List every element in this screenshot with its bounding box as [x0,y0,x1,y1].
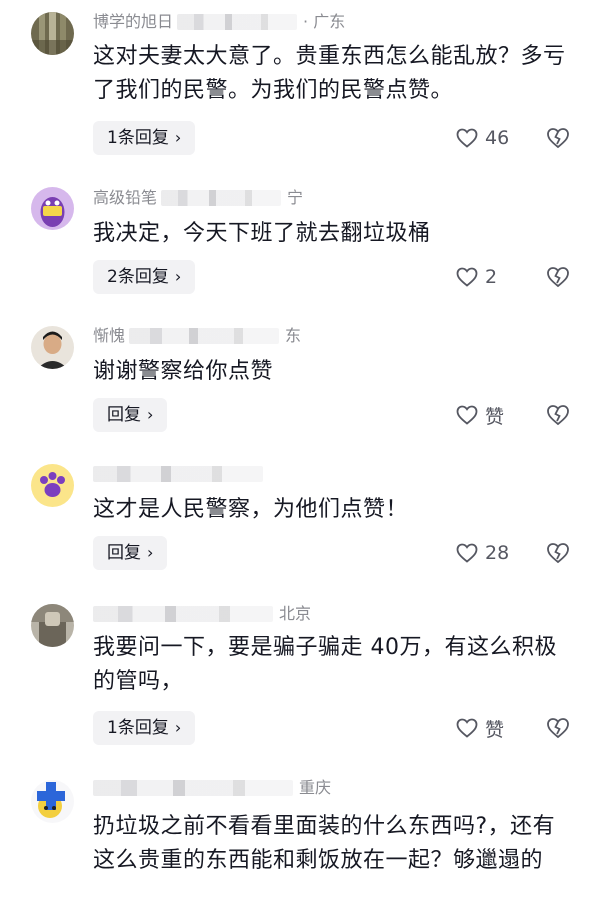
chevron-right-icon: › [147,405,154,424]
comment-meta: 惭愧 东 [93,324,301,348]
username[interactable]: 高级铅笔 [93,186,157,210]
chevron-right-icon: › [174,267,182,286]
avatar[interactable] [31,326,74,369]
comment-text: 这才是人民警察，为他们点赞！ [93,497,409,522]
avatar[interactable] [31,780,74,823]
comment-meta: 高级铅笔 宁 [93,186,303,210]
broken-heart-icon [547,718,569,739]
blurred-username [129,328,280,344]
heart-outline-icon [456,543,478,563]
comment-meta [93,462,269,486]
reply-button[interactable]: 1条回复 › [93,121,196,155]
blurred-username [93,466,263,482]
reply-label: 1条回复 [107,718,169,738]
avatar[interactable] [31,12,74,55]
broken-heart-icon [547,267,569,288]
avatar[interactable] [31,604,74,647]
region-label: 东 [285,326,302,345]
region-label: 宁 [287,188,304,207]
comment-list: 博学的旭日 · 广东 这对夫妻太大意了。贵重东西怎么能乱放？多亏了我们的民警。为… [0,0,600,915]
avatar[interactable] [31,464,74,507]
comment-meta: 博学的旭日 · 广东 [93,10,345,34]
like-count: 2 [485,266,498,288]
region-label: 北京 [279,604,312,623]
heart-outline-icon [456,128,478,148]
username[interactable]: 惭愧 [93,324,125,348]
comment-item: 惭愧 东 谢谢警察给你点赞 回复 › 赞 [0,318,600,443]
reply-label: 回复 [107,543,141,563]
reply-label: 回复 [107,405,141,425]
like-button[interactable]: 2 [455,260,497,294]
comment-text: 我决定，今天下班了就去翻垃圾桶 [93,221,431,246]
username[interactable]: 博学的旭日 [93,10,173,34]
reply-button[interactable]: 回复 › [93,536,168,570]
comment-text: 扔垃圾之前不看看里面装的什么东西吗?，还有这么贵重的东西能和剩饭放在一起？够邋遢… [93,814,556,873]
comment-item: 博学的旭日 · 广东 这对夫妻太大意了。贵重东西怎么能乱放？多亏了我们的民警。为… [0,6,600,171]
comment-meta: 北京 [93,602,311,626]
blurred-username [93,606,273,622]
reply-label: 2条回复 [107,267,169,287]
comment-item: 这才是人民警察，为他们点赞！ 回复 › 28 [0,456,600,581]
comment-text: 谢谢警察给你点赞 [93,359,274,384]
comment-item: 高级铅笔 宁 我决定，今天下班了就去翻垃圾桶 2条回复 › 2 [0,180,600,305]
like-count: 28 [485,542,510,564]
comment-text: 这对夫妻太大意了。贵重东西怎么能乱放？多亏了我们的民警。为我们的民警点赞。 [93,44,566,103]
like-button[interactable]: 赞 [455,398,504,432]
region-label: 重庆 [299,778,332,797]
blurred-username [93,780,293,796]
like-count: 赞 [485,718,505,741]
like-button[interactable]: 46 [455,121,509,155]
like-button[interactable]: 28 [455,536,509,570]
reply-button[interactable]: 回复 › [93,398,168,432]
comment-meta: 重庆 [93,776,331,800]
region-label: · 广东 [303,12,346,31]
like-count: 46 [485,127,510,149]
dislike-button[interactable] [545,715,571,741]
heart-outline-icon [456,405,478,425]
dislike-button[interactable] [545,264,571,290]
chevron-right-icon: › [174,718,182,737]
broken-heart-icon [547,543,569,564]
blurred-username [177,14,298,30]
dislike-button[interactable] [545,402,571,428]
dislike-button[interactable] [545,540,571,566]
heart-outline-icon [456,718,478,738]
broken-heart-icon [547,405,569,426]
comment-item: 重庆 扔垃圾之前不看看里面装的什么东西吗?，还有这么贵重的东西能和剩饭放在一起？… [0,776,600,915]
dislike-button[interactable] [545,125,571,151]
comment-text: 我要问一下，要是骗子骗走 40万，有这么积极的管吗， [93,635,557,694]
chevron-right-icon: › [174,128,182,147]
reply-button[interactable]: 1条回复 › [93,711,196,745]
blurred-username [161,190,282,206]
reply-button[interactable]: 2条回复 › [93,260,196,294]
avatar[interactable] [31,187,74,230]
chevron-right-icon: › [147,543,154,562]
comment-item: 北京 我要问一下，要是骗子骗走 40万，有这么积极的管吗， 1条回复 › 赞 [0,600,600,760]
broken-heart-icon [547,128,569,149]
like-count: 赞 [485,405,505,428]
heart-outline-icon [456,267,478,287]
like-button[interactable]: 赞 [455,711,504,745]
reply-label: 1条回复 [107,128,169,148]
